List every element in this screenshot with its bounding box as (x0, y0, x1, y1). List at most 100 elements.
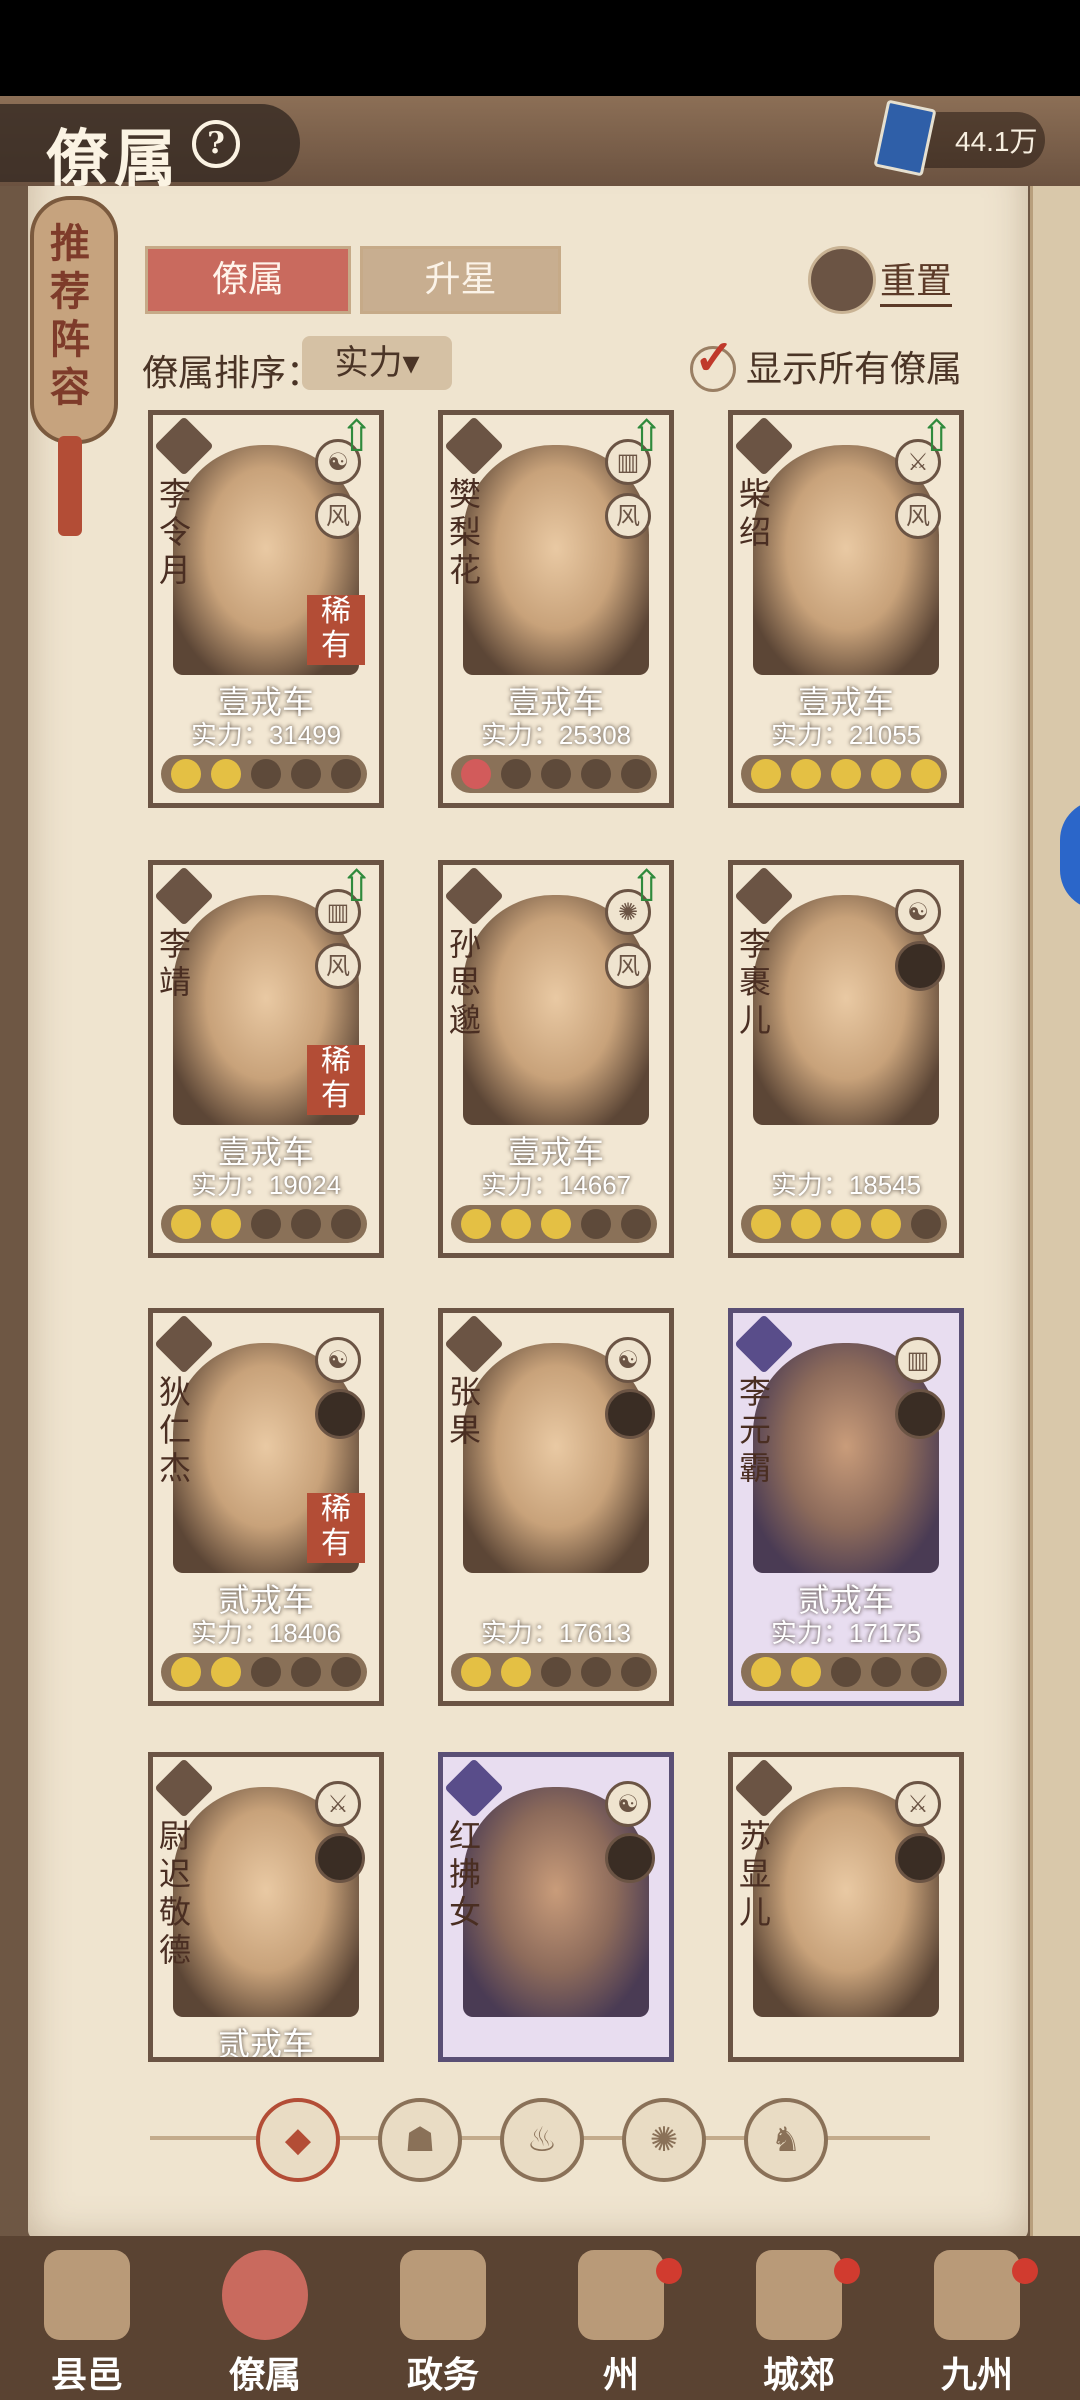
star-rating (451, 755, 657, 793)
nav-nine-states[interactable]: 九州 (902, 2236, 1052, 2400)
star-icon (791, 759, 821, 789)
partner-avatar (895, 1389, 945, 1439)
staff-card[interactable]: 尉迟敬德 ⚔ 贰戎车 (148, 1752, 384, 2062)
nav-label: 县邑 (50, 2354, 123, 2396)
staff-card[interactable]: 李裹儿 ☯ 实力：18545 (728, 860, 964, 1258)
nav-state[interactable]: 州 (546, 2236, 696, 2400)
star-icon (751, 759, 781, 789)
tab-staff[interactable]: 僚属 (145, 246, 351, 314)
staff-card[interactable]: 苏显儿 ⚔ (728, 1752, 964, 2062)
staff-card[interactable]: 张果 ☯ 实力：17613 (438, 1308, 674, 1706)
sort-value: 实力 (334, 343, 403, 383)
question-icon[interactable]: ? (192, 120, 240, 168)
star-icon (581, 1209, 611, 1239)
star-icon (751, 1209, 781, 1239)
nav-label: 九州 (940, 2354, 1013, 2396)
star-icon (581, 1657, 611, 1687)
card-name: 狄仁杰 (158, 1373, 191, 1487)
faction-gourd-icon[interactable]: ♨ (500, 2098, 584, 2182)
currency-value: 44.1万 (955, 126, 1038, 157)
state-icon (578, 2250, 664, 2340)
faction-fan-icon[interactable]: ✺ (622, 2098, 706, 2182)
faction-glyph: ✺ (649, 2120, 679, 2160)
staff-card[interactable]: 红拂女 ☯ (438, 1752, 674, 2062)
staff-card[interactable]: 孙思邈 ✺ 风 ⇧ 壹戎车 实力：14667 (438, 860, 674, 1258)
book-type-icon: ▥ (895, 1337, 941, 1383)
star-icon (871, 1209, 901, 1239)
star-icon (911, 1657, 941, 1687)
upgrade-arrow-icon: ⇧ (338, 411, 375, 462)
nav-label: 州 (602, 2354, 639, 2396)
faction-glyph: ☗ (404, 2120, 436, 2160)
suburb-icon (756, 2250, 842, 2340)
staff-card[interactable]: 狄仁杰 ☯ 稀有 贰戎车 实力：18406 (148, 1308, 384, 1706)
sword-type-icon: ⚔ (315, 1781, 361, 1827)
faction-glyph: ◆ (284, 2120, 312, 2160)
star-icon (331, 759, 361, 789)
partner-avatar (315, 1389, 365, 1439)
nav-label: 城郊 (762, 2354, 835, 2396)
notification-dot (834, 2258, 860, 2284)
star-icon (291, 1657, 321, 1687)
star-icon (621, 1209, 651, 1239)
star-icon (501, 759, 531, 789)
status-bar (0, 0, 1080, 96)
reset-icon[interactable] (808, 246, 876, 314)
star-rating (161, 755, 367, 793)
star-icon (501, 1657, 531, 1687)
staff-card[interactable]: 李令月 ☯ 风 ⇧ 稀有 壹戎车 实力：31499 (148, 410, 384, 808)
star-icon (251, 1209, 281, 1239)
nav-label: 僚属 (228, 2354, 301, 2396)
card-name: 李令月 (158, 475, 191, 589)
recommended-lineup-label: 推荐阵容 (50, 220, 90, 411)
star-icon (871, 759, 901, 789)
partner-avatar (315, 1833, 365, 1883)
staff-card[interactable]: 李元霸 ▥ 贰戎车 实力：17175 (728, 1308, 964, 1706)
wind-tag: 风 (315, 493, 361, 539)
star-rating (451, 1653, 657, 1691)
yinyang-icon: ☯ (605, 1337, 651, 1383)
upgrade-arrow-icon: ⇧ (628, 861, 665, 912)
partner-avatar (895, 941, 945, 991)
affairs-icon (400, 2250, 486, 2340)
faction-glyph: ♨ (526, 2120, 558, 2160)
faction-glyph: ♞ (770, 2120, 802, 2160)
card-name: 樊梨花 (448, 475, 481, 589)
all-factions-icon[interactable]: ◆ (256, 2098, 340, 2182)
nav-staff[interactable]: 僚属 (190, 2236, 340, 2400)
partner-avatar (605, 1389, 655, 1439)
card-power: 实力：31499 (190, 720, 342, 750)
star-icon (331, 1657, 361, 1687)
tab-upgrade-star[interactable]: 升星 (360, 246, 561, 314)
star-rating (161, 1205, 367, 1243)
card-power: 实力：25308 (480, 720, 632, 750)
sort-dropdown[interactable]: 实力▾ (302, 336, 452, 390)
staff-card[interactable]: 柴绍 ⚔ 风 ⇧ 壹戎车 实力：21055 (728, 410, 964, 808)
card-rank: 贰戎车 (217, 2025, 314, 2062)
notification-dot (1012, 2258, 1038, 2284)
rare-badge: 稀有 (307, 1493, 365, 1563)
star-icon (171, 759, 201, 789)
star-icon (501, 1209, 531, 1239)
nav-suburb[interactable]: 城郊 (724, 2236, 874, 2400)
star-icon (791, 1657, 821, 1687)
staff-card[interactable]: 樊梨花 ▥ 风 ⇧ 壹戎车 实力：25308 (438, 410, 674, 808)
nav-label: 政务 (406, 2354, 479, 2396)
star-icon (831, 1209, 861, 1239)
partner-avatar (895, 1833, 945, 1883)
star-icon (251, 759, 281, 789)
star-icon (291, 1209, 321, 1239)
reset-button[interactable]: 重置 (880, 252, 953, 307)
star-icon (171, 1657, 201, 1687)
star-icon (211, 1657, 241, 1687)
nav-affairs[interactable]: 政务 (368, 2236, 518, 2400)
wind-tag: 风 (895, 493, 941, 539)
staff-icon (222, 2250, 308, 2340)
staff-card[interactable]: 李靖 ▥ 风 ⇧ 稀有 壹戎车 实力：19024 (148, 860, 384, 1258)
show-all-toggle[interactable]: ✓ 显示所有僚属 (690, 330, 970, 392)
nav-county[interactable]: 县邑 (12, 2236, 162, 2400)
faction-bell-icon[interactable]: ☗ (378, 2098, 462, 2182)
card-name: 李裹儿 (738, 925, 771, 1039)
faction-lion-icon[interactable]: ♞ (744, 2098, 828, 2182)
card-power: 实力：14667 (480, 1170, 632, 1200)
